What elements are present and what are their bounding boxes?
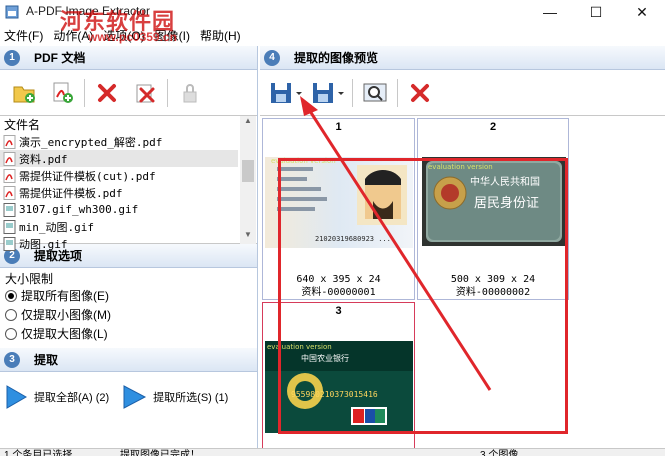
status-message: 提取图像已完成！ [120, 450, 200, 456]
status-selection: 1 个条目已选择 [4, 450, 73, 456]
annotation-arrow [300, 96, 492, 391]
status-image-count: 3 个图像 [480, 450, 519, 456]
status-bar: 1 个条目已选择 提取图像已完成！ 3 个图像 [0, 448, 665, 456]
